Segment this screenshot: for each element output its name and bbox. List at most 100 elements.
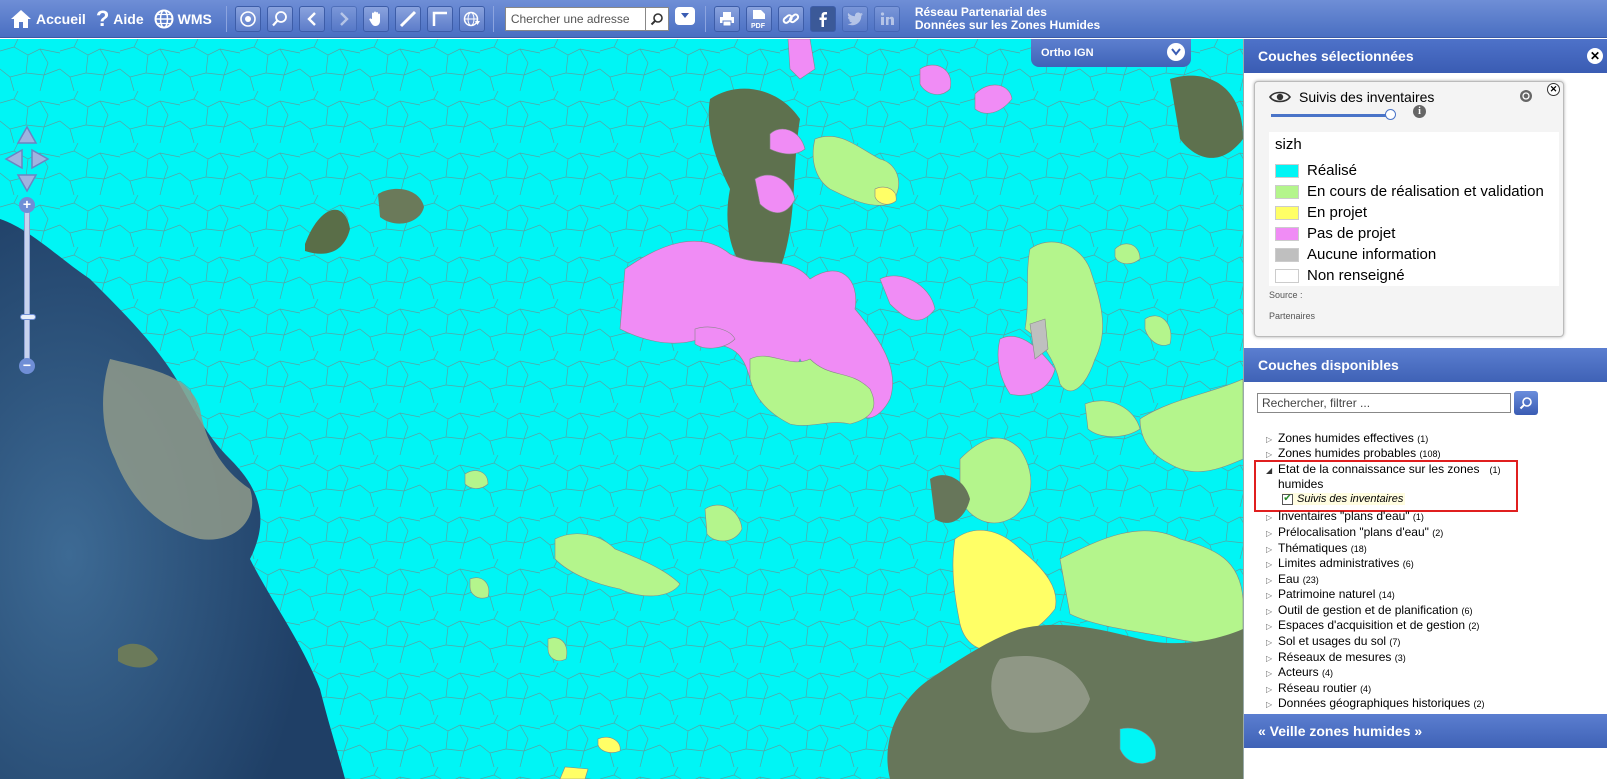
layer-group-count: (6) [1402,559,1414,569]
layer-group-label: Zones humides effectives [1278,431,1414,445]
basemap-switcher[interactable]: Ortho IGN [1031,39,1191,67]
globe-icon [463,11,480,26]
map-canvas[interactable]: Ortho IGN + − [0,39,1243,779]
twitter-icon [847,12,863,25]
expand-arrow-icon: ▷ [1266,607,1273,616]
source-label: Source : [1269,290,1303,300]
expand-arrow-icon: ▷ [1266,545,1273,554]
zoom-in-button[interactable]: + [19,197,35,213]
opacity-slider[interactable] [1271,114,1391,117]
legend-swatch [1275,205,1299,220]
layer-group-label: Limites administratives [1278,556,1400,570]
zoom-slider-track[interactable] [24,209,30,369]
facebook-share-button[interactable] [809,5,836,32]
measure-area-button[interactable] [426,5,453,32]
top-toolbar: Accueil ? Aide WMS PDF Réseau Partenaria… [0,0,1607,38]
layer-filter-input[interactable] [1257,393,1511,413]
layer-filter-button[interactable] [1514,391,1538,415]
layer-group-item[interactable]: ▷ Prélocalisation "plans d'eau" (2) [1266,525,1443,539]
legend-item: Pas de projet [1275,225,1395,242]
wms-link[interactable]: WMS [154,9,212,29]
layer-group-item[interactable]: ▷ Acteurs (4) [1266,665,1333,679]
selected-layer-card: Suivis des inventaires ✕ i sizh Réalisé … [1254,81,1564,337]
layer-group-item[interactable]: ▷ Espaces d'acquisition et de gestion (2) [1266,618,1479,632]
veille-title: « Veille zones humides » [1258,723,1423,739]
layer-group-item[interactable]: ▷ Patrimoine naturel (14) [1266,587,1395,601]
layer-group-item[interactable]: ▷ Données géographiques historiques (2) [1266,696,1484,710]
veille-zones-humides-header[interactable]: « Veille zones humides » [1244,714,1607,748]
chevron-down-icon [680,13,689,18]
address-search-button[interactable] [644,6,669,31]
linkedin-icon [880,11,894,25]
layer-group-item[interactable]: ▷ Outil de gestion et de planification (6… [1266,603,1472,617]
search-icon [1519,397,1532,410]
home-label: Accueil [36,10,86,27]
back-icon [307,11,316,26]
forward-button[interactable] [330,5,357,32]
search-options-dropdown[interactable] [674,7,695,25]
home-link[interactable]: Accueil [10,9,86,29]
pan-up-button[interactable] [16,125,38,145]
pan-down-button[interactable] [16,173,38,193]
zoom-box-button[interactable] [266,5,293,32]
layer-group-item[interactable]: ▷ Thématiques (18) [1266,541,1367,555]
print-button[interactable] [713,5,740,32]
highlight-box [1254,460,1518,512]
zoom-to-layer-icon[interactable] [1519,89,1533,103]
legend-item: En projet [1275,204,1367,221]
pdf-icon: PDF [751,9,766,29]
zoom-box-icon [272,10,287,26]
globe-button[interactable] [458,5,485,32]
toolbar-divider [225,5,227,32]
layer-legend: sizh Réalisé En cours de réalisation et … [1269,132,1559,286]
legend-swatch [1275,226,1299,241]
expand-arrow-icon: ▷ [1266,669,1273,678]
legend-item: Non renseigné [1275,267,1405,284]
layer-group-item[interactable]: ▷ Réseaux de mesures (3) [1266,650,1406,664]
selected-layers-header: Couches sélectionnées ✕ [1244,39,1607,73]
remove-layer-button[interactable]: ✕ [1547,83,1560,96]
layer-group-item[interactable]: ▷ Inventaires "plans d'eau" (1) [1266,509,1424,523]
measure-distance-button[interactable] [394,5,421,32]
address-search-input[interactable] [504,6,645,31]
pdf-button[interactable]: PDF [745,5,772,32]
layer-group-label: Eau [1278,572,1300,586]
layer-info-icon[interactable]: i [1413,105,1426,118]
close-panel-button[interactable]: ✕ [1587,48,1603,64]
expand-arrow-icon: ▷ [1266,700,1273,709]
permalink-button[interactable] [777,5,804,32]
twitter-share-button[interactable] [841,5,868,32]
zoom-slider-handle[interactable] [20,314,36,320]
pan-right-button[interactable] [30,148,50,170]
zoom-out-button[interactable]: − [19,358,35,374]
source-value: Partenaires [1269,311,1316,321]
expand-arrow-icon: ▷ [1266,654,1273,663]
layer-group-item[interactable]: ▷ Limites administratives (6) [1266,556,1414,570]
visibility-eye-icon[interactable] [1269,90,1291,104]
opacity-slider-handle[interactable] [1385,109,1396,120]
help-link[interactable]: ? Aide [96,6,144,32]
layer-group-count: (7) [1389,637,1401,647]
layer-group-label: Outil de gestion et de planification [1278,603,1459,617]
locate-button[interactable] [234,5,261,32]
layer-group-item[interactable]: ▷ Sol et usages du sol (7) [1266,634,1400,648]
expand-arrow-icon: ▷ [1266,513,1273,522]
layer-group-count: (1) [1417,434,1429,444]
pan-left-button[interactable] [4,148,24,170]
expand-arrow-icon: ▷ [1266,685,1273,694]
layer-group-count: (18) [1350,544,1367,554]
selected-layers-title: Couches sélectionnées [1258,48,1414,64]
pan-button[interactable] [362,5,389,32]
layer-group-item[interactable]: ▷ Zones humides probables (108) [1266,446,1440,460]
basemap-dropdown-toggle[interactable] [1167,43,1185,61]
linkedin-share-button[interactable] [873,5,900,32]
layer-group-count: (2) [1473,699,1485,709]
layer-group-count: (2) [1432,528,1444,538]
site-title: Réseau Partenarial des Données sur les Z… [915,5,1100,32]
layer-group-item[interactable]: ▷ Réseau routier (4) [1266,681,1371,695]
layer-group-item[interactable]: ▷ Eau (23) [1266,572,1319,586]
measure-area-icon [432,11,447,26]
legend-label: Aucune information [1307,246,1437,263]
layer-group-item[interactable]: ▷ Zones humides effectives (1) [1266,431,1428,445]
back-button[interactable] [298,5,325,32]
